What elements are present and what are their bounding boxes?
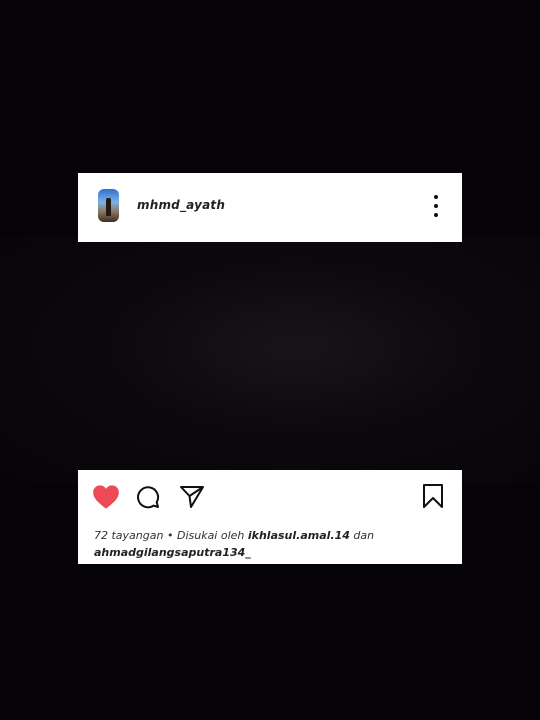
liker-link-2[interactable]: ahmadgilangsaputra134_ bbox=[94, 546, 251, 559]
post-footer: 72 tayangan • Disukai oleh ikhlasul.amal… bbox=[78, 470, 462, 564]
bookmark-icon[interactable] bbox=[422, 483, 444, 509]
post-header: mhmd_ayath bbox=[78, 173, 462, 242]
post-media-area bbox=[0, 235, 540, 485]
separator: • bbox=[166, 529, 174, 542]
view-count: 72 tayangan bbox=[94, 529, 164, 542]
liked-by-label: Disukai oleh bbox=[176, 529, 245, 542]
avatar[interactable] bbox=[98, 189, 119, 222]
heart-icon[interactable] bbox=[92, 484, 120, 510]
post-caption: 72 tayangan • Disukai oleh ikhlasul.amal… bbox=[94, 527, 454, 561]
more-vertical-icon[interactable] bbox=[428, 195, 444, 217]
post-username[interactable]: mhmd_ayath bbox=[137, 198, 225, 212]
conjunction: dan bbox=[353, 529, 375, 542]
comment-icon[interactable] bbox=[136, 485, 160, 509]
send-icon[interactable] bbox=[179, 485, 205, 509]
liker-link-1[interactable]: ikhlasul.amal.14 bbox=[248, 529, 350, 542]
